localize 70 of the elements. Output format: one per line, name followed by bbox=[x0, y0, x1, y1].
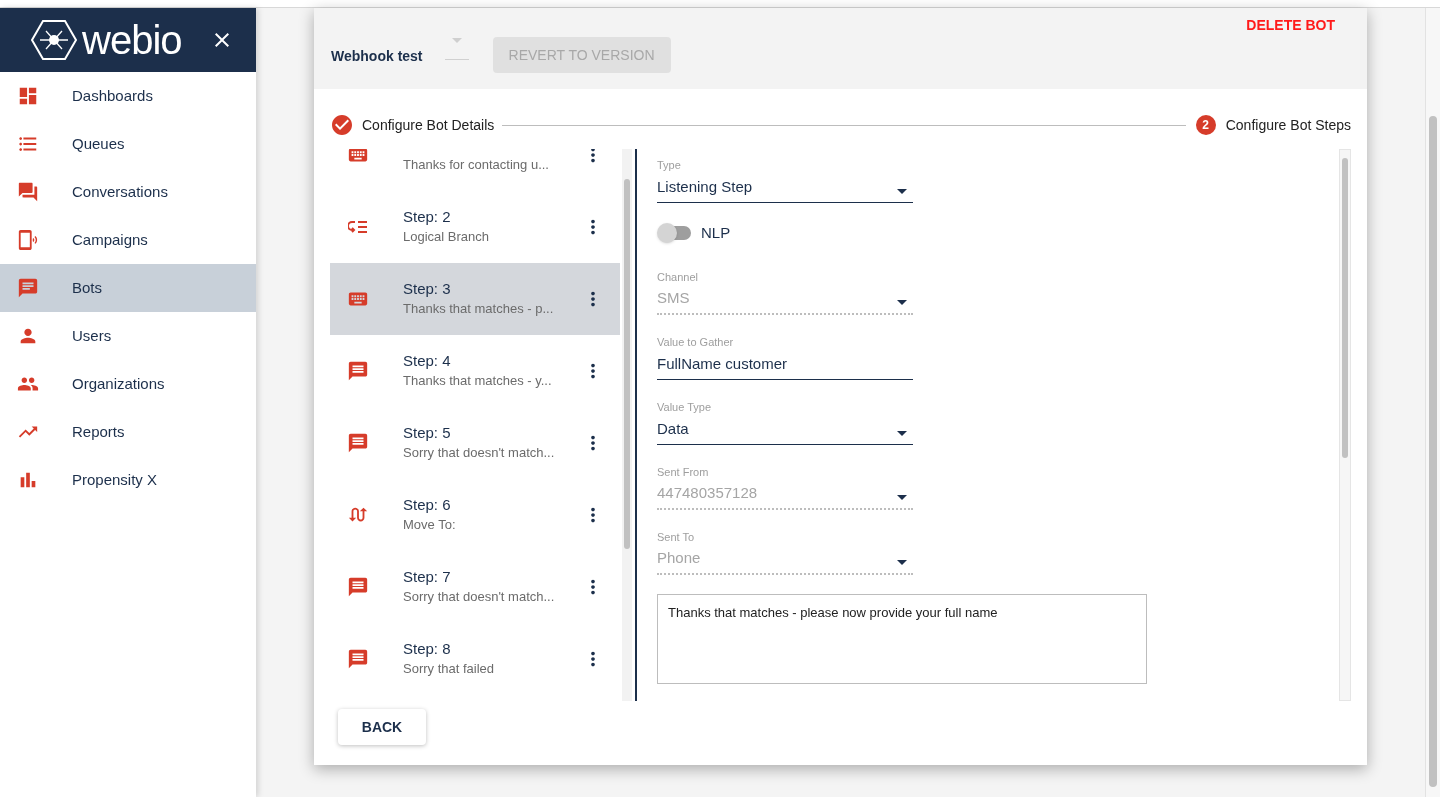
scrollbar[interactable] bbox=[1339, 149, 1351, 701]
sidebar-item[interactable]: Campaigns bbox=[0, 216, 256, 264]
phone-ringing-icon bbox=[17, 229, 39, 251]
field-label: Sent From bbox=[657, 464, 710, 480]
message-icon bbox=[347, 360, 369, 382]
step-title: Step: 8 bbox=[403, 639, 452, 659]
message-icon bbox=[347, 432, 369, 454]
step-title: Step: 3 bbox=[403, 279, 452, 299]
page-scrollbar[interactable] bbox=[1425, 8, 1440, 797]
step-description: Thanks for contacting u... bbox=[403, 156, 550, 174]
sidebar-item[interactable]: Dashboards bbox=[0, 72, 256, 120]
step-title: Step: 7 bbox=[403, 567, 452, 587]
step-description: Sorry that doesn't match... bbox=[403, 444, 556, 462]
step-list-item[interactable]: Step: 8 Sorry that failed bbox=[330, 623, 620, 695]
step-list-item[interactable]: Step: 2 Logical Branch bbox=[330, 191, 620, 263]
dropdown-caret-icon bbox=[451, 38, 462, 43]
step-description: Logical Branch bbox=[403, 228, 490, 246]
sidebar-item[interactable]: Queues bbox=[0, 120, 256, 168]
dropdown-caret-icon bbox=[897, 495, 907, 500]
message-icon bbox=[347, 576, 369, 598]
input-field[interactable]: FullName customer bbox=[657, 349, 913, 380]
step-title: Step: 6 bbox=[403, 495, 452, 515]
step-title: Step: 5 bbox=[403, 423, 452, 443]
step-description: Sorry that failed bbox=[403, 660, 496, 678]
sidebar-item[interactable]: Organizations bbox=[0, 360, 256, 408]
step-number: 2 bbox=[1195, 115, 1216, 135]
step-title: Step: 4 bbox=[403, 351, 452, 371]
stepper-label: Configure Bot Details bbox=[362, 115, 495, 135]
dropdown-caret-icon bbox=[897, 430, 907, 436]
dropdown-caret-icon bbox=[897, 300, 907, 305]
field-label: Channel bbox=[657, 269, 699, 285]
step-description: Sorry that doesn't match... bbox=[403, 588, 556, 606]
logo-text: webio bbox=[82, 20, 182, 60]
dashboard-icon bbox=[17, 85, 39, 107]
message-icon bbox=[347, 648, 369, 670]
field-label: Type bbox=[657, 158, 682, 173]
chat-icon bbox=[17, 277, 39, 299]
field-label: Value Type bbox=[657, 399, 713, 415]
step-description: Thanks that matches - y... bbox=[403, 372, 553, 390]
step-description: Thanks that matches - p... bbox=[403, 300, 555, 318]
field-label: Value to Gather bbox=[657, 334, 735, 350]
sidebar-item[interactable]: Propensity X bbox=[0, 456, 256, 504]
delete-bot-button[interactable]: DELETE BOT bbox=[1246, 15, 1335, 36]
step-list-item[interactable]: Step: 6 Move To: bbox=[330, 479, 620, 551]
step-list-item[interactable]: Step: 3 Thanks that matches - p... bbox=[330, 263, 620, 335]
message-textarea[interactable]: Thanks that matches - please now provide your full name bbox=[657, 593, 1147, 684]
step-list-item[interactable]: Step: 5 Sorry that doesn't match... bbox=[330, 407, 620, 479]
logo-icon bbox=[30, 19, 78, 61]
sidebar-item[interactable]: Reports bbox=[0, 408, 256, 456]
branch-icon bbox=[348, 220, 368, 234]
sidebar-item[interactable]: Bots bbox=[0, 264, 256, 312]
dropdown-caret-icon bbox=[897, 560, 907, 565]
nlp-toggle[interactable] bbox=[657, 223, 693, 244]
back-button[interactable]: BACK bbox=[338, 709, 426, 745]
step-list-item[interactable]: Step: 7 Sorry that doesn't match... bbox=[330, 551, 620, 623]
toggle-label: NLP bbox=[701, 223, 731, 243]
step-description: Move To: bbox=[403, 516, 457, 534]
dropdown-caret-icon bbox=[897, 189, 907, 194]
select-field[interactable]: Data bbox=[657, 414, 913, 445]
sidebar-item[interactable]: Users bbox=[0, 312, 256, 360]
select-field[interactable]: Listening Step bbox=[657, 173, 913, 203]
stepper-label: Configure Bot Steps bbox=[1225, 115, 1351, 135]
step-list-item[interactable]: Thanks for contacting u... bbox=[330, 149, 620, 191]
field-label: Sent To bbox=[657, 529, 696, 545]
chat-bubbles-icon bbox=[17, 181, 39, 203]
sidebar-item[interactable]: Conversations bbox=[0, 168, 256, 216]
step-list-item[interactable]: Step: 4 Thanks that matches - y... bbox=[330, 335, 620, 407]
step-title: Step: 2 bbox=[403, 207, 452, 227]
bot-name: Webhook test bbox=[331, 47, 423, 66]
scrollbar[interactable] bbox=[622, 149, 632, 701]
